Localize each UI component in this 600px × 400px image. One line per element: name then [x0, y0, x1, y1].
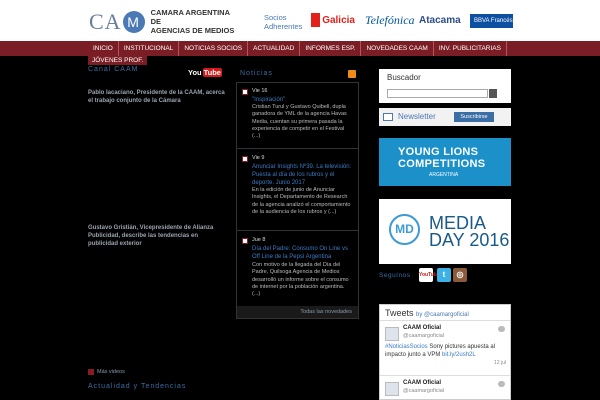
- logo-text: CAMARA ARGENTINA DE AGENCIAS DE MEDIOS: [150, 8, 235, 35]
- suscribirse-button[interactable]: Suscribirse: [454, 112, 494, 122]
- noticias-title: Noticias: [240, 70, 273, 77]
- video-caption-1[interactable]: Pablo Iacaciano, Presidente de la CAAM, …: [88, 89, 228, 105]
- avatar[interactable]: [385, 382, 399, 396]
- news-body: En la edición de junio de Anunciar Insig…: [252, 187, 351, 215]
- media-day-logo-icon: MD: [389, 214, 420, 245]
- tweet-author-name[interactable]: CAAM Oficial: [403, 325, 441, 331]
- logo-m-circle: M: [122, 10, 145, 33]
- sponsor-atacama[interactable]: Atacama: [419, 12, 461, 28]
- tweet-date[interactable]: 12 jul: [494, 360, 506, 366]
- tweet-author-name[interactable]: CAAM Oficial: [403, 380, 441, 386]
- main-nav: INICIO INSTITUCIONAL NOTICIAS SOCIOS ACT…: [0, 41, 600, 56]
- news-marker-icon: [242, 238, 248, 244]
- news-title[interactable]: "Inspiración": [252, 96, 352, 104]
- envelope-icon: [383, 113, 393, 121]
- twitter-bird-icon: [498, 381, 505, 387]
- socios-adherentes-label: Socios Adherentes: [264, 13, 303, 31]
- search-title: Buscador: [387, 73, 421, 82]
- avatar[interactable]: [385, 327, 399, 341]
- nav-item-institucional[interactable]: INSTITUCIONAL: [119, 41, 180, 56]
- bullet-icon: [88, 369, 94, 375]
- newsletter-box: Newsletter Suscribirse: [379, 108, 511, 126]
- nav-item-informes[interactable]: INFORMES ESP.: [300, 41, 362, 56]
- tweet-author-handle[interactable]: @caamargoficial: [403, 388, 444, 394]
- actualidad-title: Actualidad y Tendencias: [88, 383, 187, 390]
- todas-las-novedades-link[interactable]: Todas las novedades: [237, 306, 358, 318]
- news-item[interactable]: Jue 8 Día del Padre: Consumo On Line vs …: [237, 232, 358, 306]
- news-body: Con motivo de la llegada del Día del Pad…: [252, 262, 349, 298]
- news-item[interactable]: Vie 9 Anunciar Insights Nº39. La televis…: [237, 150, 358, 231]
- sponsor-bbva[interactable]: BBVA Francés: [470, 14, 513, 28]
- nav-item-inv-publicitarias[interactable]: INV. PUBLICITARIAS: [434, 41, 507, 56]
- newsletter-label: Newsletter: [398, 112, 436, 121]
- mas-videos-link[interactable]: Más videos: [88, 369, 125, 375]
- nav-item-noticias-socios[interactable]: NOTICIAS SOCIOS: [179, 41, 249, 56]
- logo-mark: CA M: [89, 9, 145, 35]
- news-body: Cristian Turul y Gustavo Quibell, dupla …: [252, 104, 347, 140]
- video-caption-2[interactable]: Gustavo Gristián, Vicepresidente de Alia…: [88, 224, 228, 248]
- caam-logo[interactable]: CA M CAMARA ARGENTINA DE AGENCIAS DE MED…: [89, 8, 241, 35]
- news-date: Jue 8: [252, 237, 266, 243]
- sponsor-telefonica[interactable]: Telefónica: [365, 12, 415, 28]
- canal-caam-title: Canal CAAM: [88, 66, 139, 73]
- search-box: Buscador: [379, 69, 511, 103]
- divider: [380, 375, 510, 376]
- tweet[interactable]: CAAM Oficial @caamargoficial: [385, 380, 507, 400]
- news-date: Vie 16: [252, 88, 268, 94]
- news-date: Vie 9: [252, 155, 265, 161]
- news-title[interactable]: Anunciar Insights Nº39. La televisión: P…: [252, 163, 352, 187]
- news-marker-icon: [242, 89, 248, 95]
- youtube-icon[interactable]: YouTube: [419, 268, 440, 282]
- tweets-header: Tweets by @caamargoficial: [385, 308, 469, 318]
- sponsor-galicia[interactable]: Galicia: [311, 12, 355, 28]
- page: CA M CAMARA ARGENTINA DE AGENCIAS DE MED…: [0, 0, 600, 400]
- search-button[interactable]: [489, 89, 497, 98]
- media-day-banner[interactable]: MD MEDIA DAY 2016: [379, 199, 511, 264]
- siguenos-label: Seguínos: [379, 272, 411, 279]
- search-input[interactable]: [387, 89, 488, 98]
- tweet-author-handle[interactable]: @caamargoficial: [403, 333, 444, 339]
- twitter-icon[interactable]: t: [437, 268, 451, 282]
- nav-item-actualidad[interactable]: ACTUALIDAD: [248, 41, 301, 56]
- news-item[interactable]: Vie 16 "Inspiración" Cristian Turul y Gu…: [237, 83, 358, 149]
- tweet-text: #NoticiasSocios Sony pictures apuesta al…: [385, 344, 496, 358]
- divider: [380, 320, 510, 321]
- news-marker-icon: [242, 156, 248, 162]
- nav-item-inicio[interactable]: INICIO: [88, 41, 119, 56]
- tweet[interactable]: CAAM Oficial @caamargoficial #NoticiasSo…: [385, 325, 507, 373]
- young-lions-banner[interactable]: YOUNG LIONS COMPETITIONS ARGENTINA: [379, 138, 511, 186]
- nav-item-novedades[interactable]: NOVEDADES CAAM: [361, 41, 434, 56]
- site-header: CA M CAMARA ARGENTINA DE AGENCIAS DE MED…: [0, 0, 600, 41]
- news-title[interactable]: Día del Padre: Consumo On Line vs Off Li…: [252, 245, 352, 261]
- nav-item-jovenes-prof[interactable]: JÓVENES PROF.: [88, 56, 148, 65]
- rss-icon[interactable]: [348, 70, 356, 78]
- instagram-icon[interactable]: ◎: [453, 268, 467, 282]
- twitter-bird-icon: [498, 326, 505, 332]
- news-list: Vie 16 "Inspiración" Cristian Turul y Gu…: [236, 82, 359, 319]
- galicia-logo-icon: [311, 13, 321, 27]
- youtube-logo[interactable]: You Tube: [188, 65, 222, 79]
- tweets-widget: Tweets by @caamargoficial CAAM Oficial @…: [379, 304, 511, 400]
